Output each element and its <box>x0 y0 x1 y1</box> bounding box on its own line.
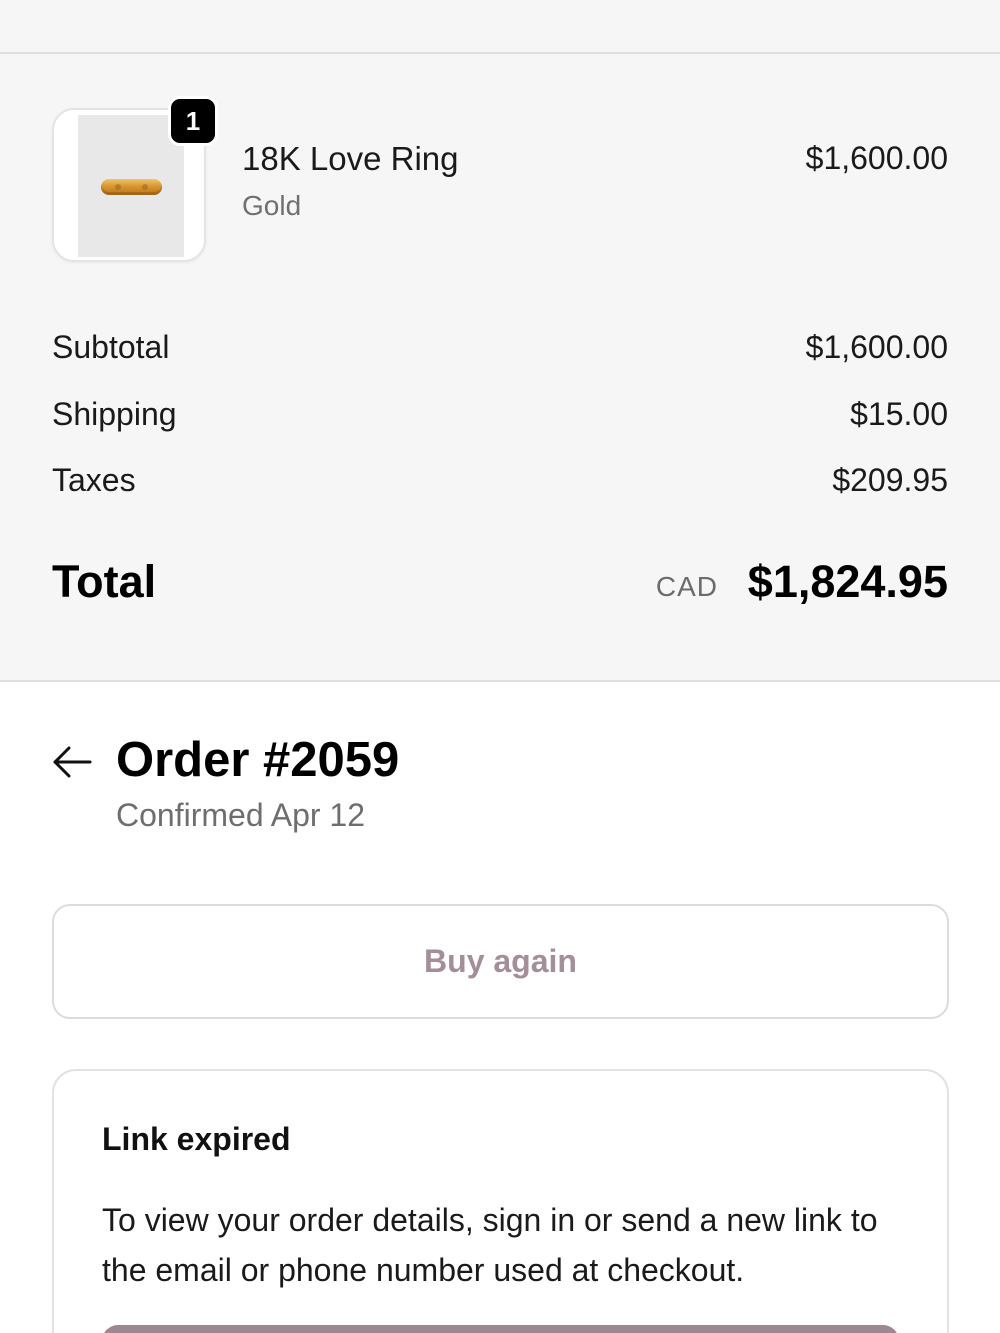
bottom-divider <box>0 680 1000 682</box>
buy-again-button[interactable]: Buy again <box>52 904 949 1019</box>
total-currency: CAD <box>655 571 718 602</box>
taxes-value: $209.95 <box>832 462 948 498</box>
subtotal-value: $1,600.00 <box>805 329 948 365</box>
taxes-label: Taxes <box>52 462 136 498</box>
link-expired-title: Link expired <box>102 1121 291 1157</box>
order-status: Confirmed Apr 12 <box>116 797 366 833</box>
arrow-left-icon[interactable] <box>52 742 92 782</box>
link-expired-message: To view your order details, sign in or s… <box>102 1202 878 1288</box>
total-label: Total <box>52 556 157 607</box>
top-divider <box>0 52 1000 54</box>
product-name: 18K Love Ring <box>242 140 459 177</box>
product-price: $1,600.00 <box>805 140 948 176</box>
ring-image <box>101 179 162 195</box>
shipping-label: Shipping <box>52 396 177 432</box>
quantity-badge: 1 <box>168 96 218 146</box>
order-summary-section: 1 18K Love Ring Gold $1,600.00 Subtotal … <box>0 0 1000 682</box>
total-amount: $1,824.95 <box>747 556 948 607</box>
shipping-value: $15.00 <box>850 396 948 432</box>
link-expired-card: Link expired To view your order details,… <box>52 1069 949 1333</box>
product-variant: Gold <box>242 190 302 221</box>
order-title: Order #2059 <box>116 733 400 787</box>
card-primary-button[interactable] <box>102 1325 899 1333</box>
subtotal-label: Subtotal <box>52 329 170 365</box>
